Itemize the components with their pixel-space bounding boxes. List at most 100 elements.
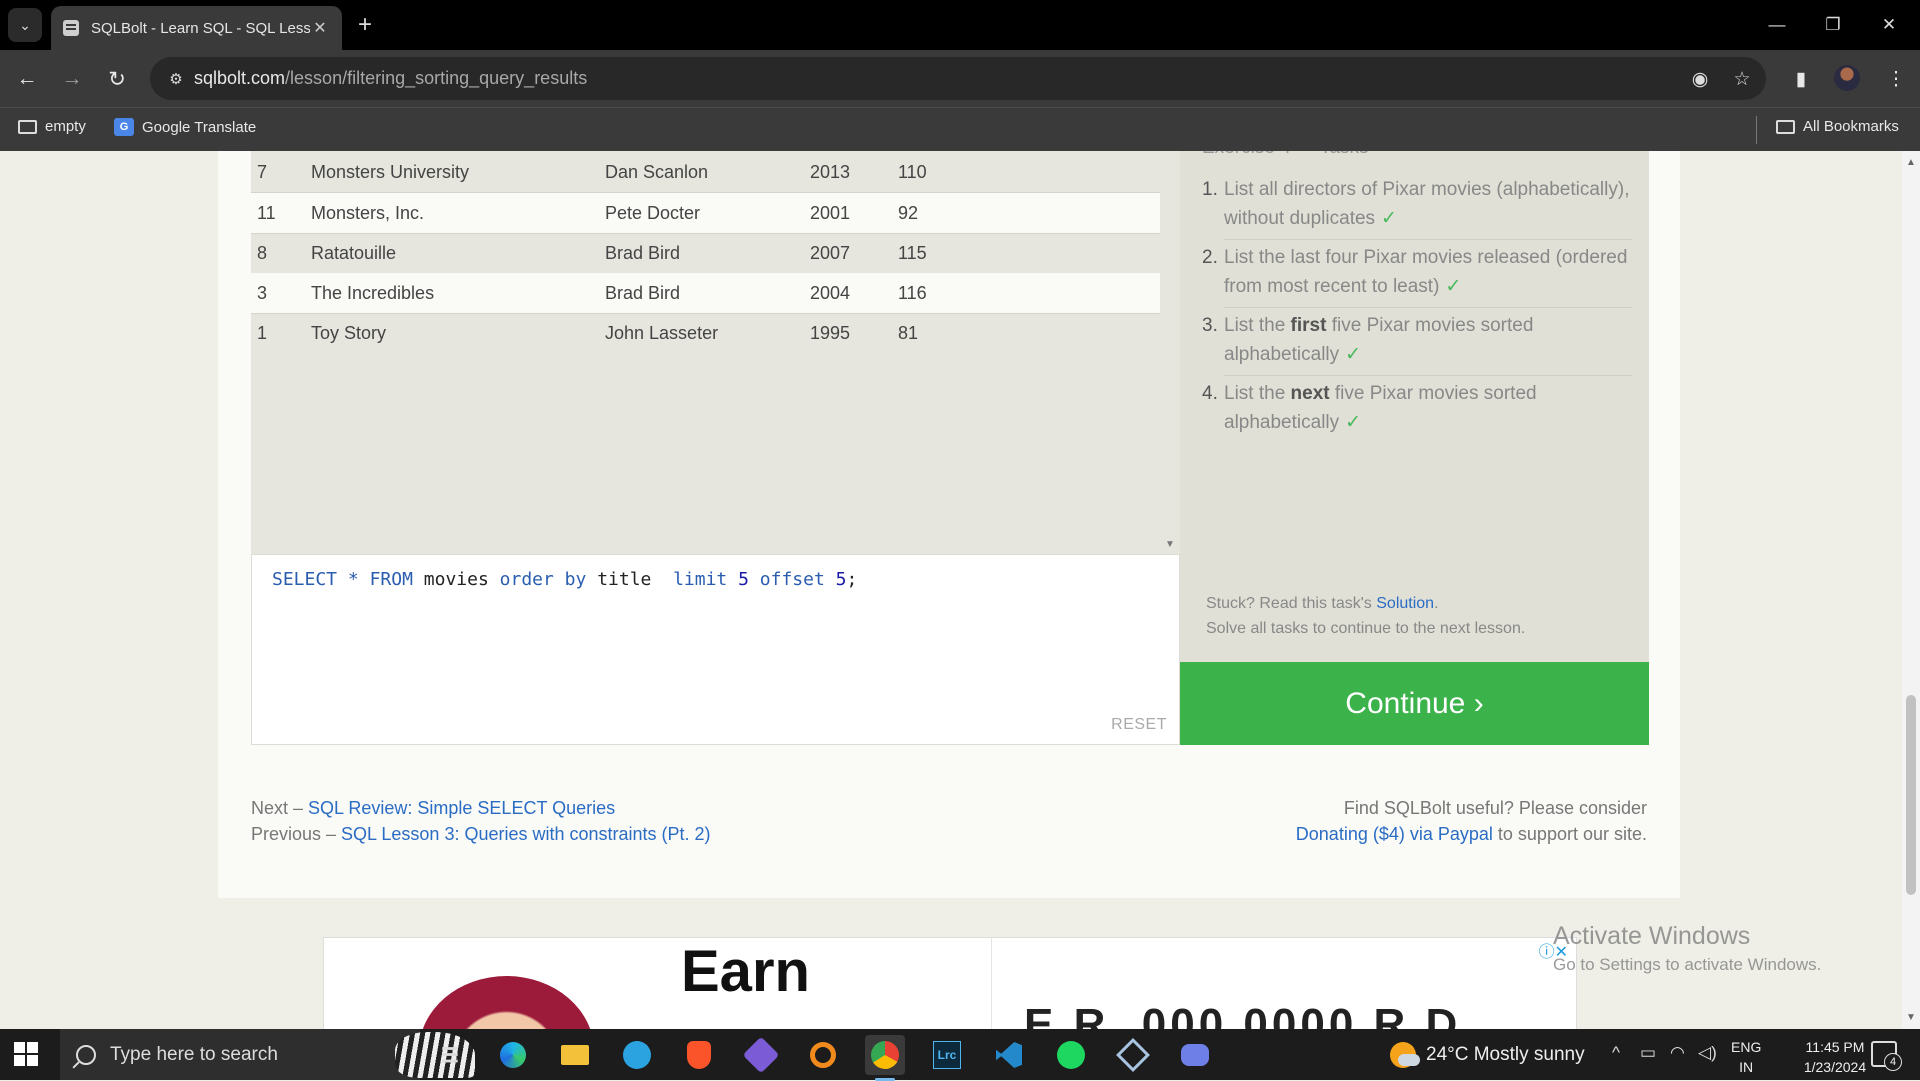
page-scrollbar[interactable]: ▲ ▼: [1902, 151, 1920, 1029]
telegram-icon[interactable]: [617, 1035, 657, 1075]
scroll-down-icon[interactable]: ▼: [1165, 539, 1175, 550]
scroll-up-icon[interactable]: ▲: [1906, 157, 1916, 168]
advertisement-banner[interactable]: Earn E R ,000 0000 R D ⓘ✕: [323, 937, 1577, 1029]
search-placeholder: Type here to search: [110, 1043, 278, 1065]
volume-icon[interactable]: ◁): [1698, 1043, 1717, 1063]
results-scrollbar[interactable]: ▼: [1160, 151, 1180, 554]
windows-taskbar: Type here to search ☰ Lrc 24°C Mostly su…: [0, 1029, 1920, 1081]
task-divider: [1224, 375, 1632, 376]
next-lesson-link[interactable]: SQL Review: Simple SELECT Queries: [308, 798, 615, 818]
sql-number: 5: [738, 569, 749, 590]
previous-label: Previous –: [251, 824, 342, 844]
bookmark-empty[interactable]: empty: [18, 118, 86, 135]
support-note: Find SQLBolt useful? Please consider Don…: [1296, 795, 1647, 847]
sql-keyword: limit: [673, 569, 728, 590]
kebab-menu-icon[interactable]: ⋮: [1880, 63, 1912, 95]
google-translate-icon: G: [114, 118, 134, 136]
checkmark-icon: ✓: [1345, 344, 1362, 365]
close-window-button[interactable]: ✕: [1861, 0, 1917, 50]
tab-title: SQLBolt - Learn SQL - SQL Less: [91, 19, 310, 37]
stuck-period: .: [1434, 595, 1439, 612]
blender-icon[interactable]: [803, 1035, 843, 1075]
chrome-icon[interactable]: [865, 1035, 905, 1081]
table-row: 11 Monsters, Inc. Pete Docter 2001 92: [251, 193, 1160, 233]
address-bar[interactable]: ⚙ sqlbolt.com/lesson/filtering_sorting_q…: [150, 57, 1766, 100]
sql-editor[interactable]: SELECT * FROM movies order by title limi…: [251, 554, 1180, 745]
scrollbar-thumb[interactable]: [1906, 695, 1916, 895]
vscode-icon[interactable]: [989, 1035, 1029, 1075]
page-content: 7 Monsters University Dan Scanlon 2013 1…: [0, 151, 1902, 1029]
minimize-button[interactable]: —: [1749, 0, 1805, 50]
reload-button[interactable]: ↻: [101, 63, 133, 95]
donate-link[interactable]: Donating ($4) via Paypal: [1296, 824, 1493, 844]
previous-lesson-link[interactable]: SQL Lesson 3: Queries with constraints (…: [341, 824, 711, 844]
active-tab[interactable]: SQLBolt - Learn SQL - SQL Less ✕: [51, 6, 342, 50]
cell-director: Pete Docter: [605, 202, 701, 223]
stremio-icon[interactable]: [741, 1035, 781, 1075]
query-results-table: 7 Monsters University Dan Scanlon 2013 1…: [251, 151, 1160, 554]
task-item-2: 2. List the last four Pixar movies relea…: [1202, 243, 1632, 301]
back-arrow-icon: ←: [16, 67, 38, 90]
profile-avatar[interactable]: [1834, 65, 1860, 91]
task-text: List all directors of Pixar movies (alph…: [1224, 179, 1630, 229]
solve-all-text: Solve all tasks to continue to the next …: [1206, 620, 1526, 637]
edge-icon[interactable]: [493, 1035, 533, 1075]
cell-year: 2013: [810, 161, 851, 182]
side-panel-icon[interactable]: ▮: [1785, 63, 1817, 95]
chevron-down-icon: ⌄: [19, 16, 31, 33]
cell-id: 3: [257, 282, 268, 303]
brave-icon[interactable]: [679, 1035, 719, 1075]
forward-button[interactable]: →: [56, 63, 88, 95]
taskbar-search[interactable]: Type here to search: [60, 1029, 475, 1080]
language-indicator[interactable]: ENG IN: [1731, 1037, 1761, 1077]
bookmark-label: Google Translate: [142, 118, 257, 136]
back-button[interactable]: ←: [11, 63, 43, 95]
notification-badge: 4: [1884, 1053, 1902, 1071]
battery-icon[interactable]: ▭: [1640, 1043, 1656, 1063]
clock[interactable]: 11:45 PM 1/23/2024: [1790, 1037, 1880, 1077]
virtualbox-icon[interactable]: [1113, 1035, 1153, 1075]
weather-text: 24°C Mostly sunny: [1426, 1044, 1585, 1065]
cell-length: 110: [898, 161, 927, 182]
all-bookmarks-button[interactable]: All Bookmarks: [1776, 118, 1899, 135]
url-text[interactable]: sqlbolt.com/lesson/filtering_sorting_que…: [194, 68, 587, 89]
restore-button[interactable]: ❐: [1805, 0, 1861, 50]
site-info-icon[interactable]: ⚙: [158, 70, 194, 88]
tab-search-button[interactable]: ⌄: [8, 8, 42, 42]
task-view-icon[interactable]: ☰: [430, 1035, 470, 1075]
cell-year: 1995: [810, 322, 851, 343]
next-label: Next –: [251, 798, 309, 818]
checkmark-icon: ✓: [1345, 412, 1362, 433]
wifi-icon[interactable]: ◠: [1670, 1043, 1685, 1063]
sql-query-text[interactable]: SELECT * FROM movies order by title limi…: [272, 569, 857, 590]
table-row: 7 Monsters University Dan Scanlon 2013 1…: [251, 152, 1160, 192]
close-tab-icon[interactable]: ✕: [310, 18, 330, 38]
solution-link[interactable]: Solution: [1376, 595, 1434, 612]
database-favicon-icon: [63, 20, 79, 36]
weather-widget[interactable]: 24°C Mostly sunny: [1390, 1042, 1585, 1068]
watermark-title: Activate Windows: [1553, 922, 1751, 950]
eye-off-icon[interactable]: ◉: [1688, 67, 1712, 91]
tab-strip: ⌄ SQLBolt - Learn SQL - SQL Less ✕ + — ❐…: [0, 0, 1920, 50]
lightroom-classic-icon[interactable]: Lrc: [927, 1035, 967, 1075]
bookmark-google-translate[interactable]: G Google Translate: [114, 118, 256, 136]
file-explorer-icon[interactable]: [555, 1035, 595, 1075]
spotify-icon[interactable]: [1051, 1035, 1091, 1075]
new-tab-button[interactable]: +: [350, 10, 380, 40]
folder-icon: [18, 119, 37, 134]
star-icon[interactable]: ☆: [1730, 67, 1754, 91]
discord-icon[interactable]: [1175, 1035, 1215, 1075]
continue-button[interactable]: Continue ›: [1180, 662, 1649, 745]
checkmark-icon: ✓: [1445, 276, 1462, 297]
task-item-4: 4. List the next five Pixar movies sorte…: [1202, 379, 1632, 437]
task-item-1: 1. List all directors of Pixar movies (a…: [1202, 175, 1632, 233]
cell-director: Brad Bird: [605, 242, 681, 263]
scroll-down-icon[interactable]: ▼: [1906, 1012, 1916, 1023]
windows-start-icon[interactable]: [14, 1042, 38, 1066]
chevron-up-icon[interactable]: ^: [1612, 1043, 1620, 1063]
checkmark-icon: ✓: [1381, 208, 1397, 229]
cell-title: Ratatouille: [311, 242, 397, 263]
task-number: 4.: [1202, 383, 1218, 404]
reset-button[interactable]: RESET: [1111, 716, 1167, 734]
cell-director: John Lasseter: [605, 322, 719, 343]
